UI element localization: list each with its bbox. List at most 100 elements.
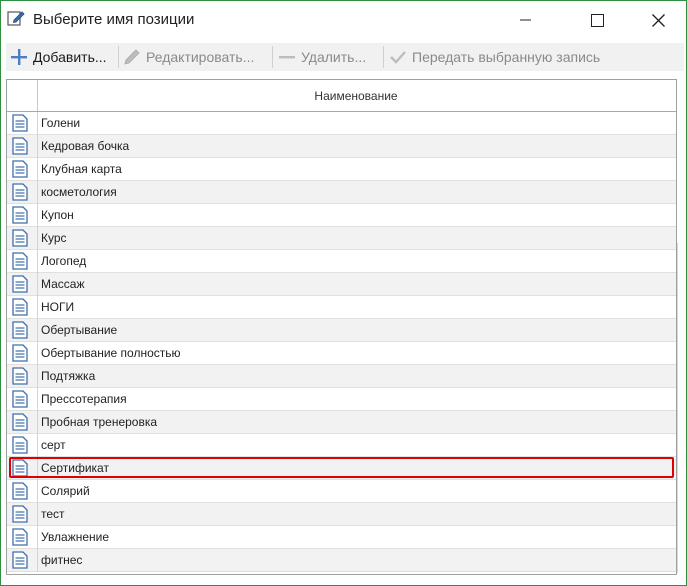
- table-row[interactable]: Купон: [7, 204, 676, 227]
- grid-header-corner: [7, 80, 38, 111]
- minimize-button[interactable]: [503, 1, 549, 39]
- plus-icon: [11, 49, 27, 65]
- row-indicator-divider: [37, 549, 38, 572]
- table-row[interactable]: НОГИ: [7, 296, 676, 319]
- scrollbar-track[interactable]: [677, 243, 678, 573]
- document-icon: [12, 390, 28, 408]
- document-icon: [12, 298, 28, 316]
- minus-icon: [279, 56, 295, 59]
- table-row[interactable]: серт: [7, 434, 676, 457]
- edit-button[interactable]: Редактировать...: [123, 43, 254, 71]
- row-indicator-divider: [37, 365, 38, 388]
- table-row[interactable]: Голени: [7, 112, 676, 135]
- row-name-cell: фитнес: [41, 553, 83, 567]
- document-icon: [12, 114, 28, 132]
- close-button[interactable]: [635, 1, 681, 39]
- pencil-icon: [124, 49, 140, 65]
- document-icon: [12, 367, 28, 385]
- row-name-cell: НОГИ: [41, 300, 75, 314]
- row-name-cell: Прессотерапия: [41, 392, 127, 406]
- close-icon: [651, 13, 665, 27]
- edit-button-label: Редактировать...: [146, 49, 255, 65]
- row-name-cell: Подтяжка: [41, 369, 96, 383]
- table-row[interactable]: Солярий: [7, 480, 676, 503]
- document-icon: [12, 137, 28, 155]
- table-row[interactable]: Логопед: [7, 250, 676, 273]
- row-indicator-divider: [37, 503, 38, 526]
- table-row[interactable]: Обертывание: [7, 319, 676, 342]
- table-row[interactable]: Увлажнение: [7, 526, 676, 549]
- table-row[interactable]: Подтяжка: [7, 365, 676, 388]
- table-row[interactable]: Клубная карта: [7, 158, 676, 181]
- table-row[interactable]: Пробная тренеровка: [7, 411, 676, 434]
- table-row[interactable]: тест: [7, 503, 676, 526]
- maximize-icon: [590, 13, 604, 27]
- row-indicator-divider: [37, 181, 38, 204]
- document-icon: [12, 436, 28, 454]
- row-indicator-divider: [37, 411, 38, 434]
- toolbar-separator: [383, 46, 384, 68]
- document-icon: [12, 160, 28, 178]
- row-indicator-divider: [37, 388, 38, 411]
- row-name-cell: Купон: [41, 208, 74, 222]
- grid-rows: Голени Кедровая бочка Клубная карта космето…: [7, 112, 676, 572]
- row-name-cell: Увлажнение: [41, 530, 110, 544]
- document-icon: [12, 252, 28, 270]
- table-row[interactable]: фитнес: [7, 549, 676, 572]
- add-button[interactable]: Добавить...: [10, 43, 107, 71]
- row-name-cell: Солярий: [41, 484, 90, 498]
- table-row[interactable]: Обертывание полностью: [7, 342, 676, 365]
- checkmark-icon: [390, 51, 406, 64]
- table-row[interactable]: Курс: [7, 227, 676, 250]
- edit-pencil-icon: [7, 11, 25, 26]
- document-icon: [12, 551, 28, 569]
- document-icon: [12, 183, 28, 201]
- table-row[interactable]: Прессотерапия: [7, 388, 676, 411]
- row-name-cell: Массаж: [41, 277, 85, 291]
- document-icon: [12, 275, 28, 293]
- row-indicator-divider: [37, 112, 38, 135]
- document-icon: [12, 413, 28, 431]
- table-row[interactable]: Массаж: [7, 273, 676, 296]
- toolbar-separator: [118, 46, 119, 68]
- row-indicator-divider: [37, 319, 38, 342]
- row-indicator-divider: [37, 434, 38, 457]
- document-icon: [12, 321, 28, 339]
- row-name-cell: Клубная карта: [41, 162, 122, 176]
- row-name-cell: Курс: [41, 231, 67, 245]
- row-name-cell: косметология: [41, 185, 117, 199]
- document-icon: [12, 482, 28, 500]
- document-icon: [12, 528, 28, 546]
- row-indicator-divider: [37, 204, 38, 227]
- row-indicator-divider: [37, 273, 38, 296]
- row-name-cell: Логопед: [41, 254, 87, 268]
- row-name-cell: Обертывание: [41, 323, 118, 337]
- document-icon: [12, 344, 28, 362]
- dialog-window: Выберите имя позиции Добавить... Редакти…: [0, 0, 687, 586]
- row-name-cell: Голени: [41, 116, 81, 130]
- transfer-selected-label: Передать выбранную запись: [412, 49, 601, 65]
- positions-grid: Наименование Голени Кедровая бочка Клубная…: [6, 79, 677, 575]
- row-indicator-divider: [37, 526, 38, 549]
- row-name-cell: серт: [41, 438, 66, 452]
- transfer-selected-button[interactable]: Передать выбранную запись: [389, 43, 600, 71]
- column-header-name[interactable]: Наименование: [38, 80, 674, 111]
- row-indicator-divider: [37, 158, 38, 181]
- row-name-cell: Обертывание полностью: [41, 346, 181, 360]
- selected-row-highlight: [9, 457, 674, 478]
- document-icon: [12, 505, 28, 523]
- row-indicator-divider: [37, 296, 38, 319]
- row-indicator-divider: [37, 135, 38, 158]
- maximize-button[interactable]: [574, 1, 620, 39]
- row-indicator-divider: [37, 227, 38, 250]
- table-row[interactable]: косметология: [7, 181, 676, 204]
- row-indicator-divider: [37, 480, 38, 503]
- delete-button-label: Удалить...: [301, 49, 367, 65]
- delete-button[interactable]: Удалить...: [278, 43, 366, 71]
- minimize-icon: [520, 19, 531, 21]
- table-row[interactable]: Кедровая бочка: [7, 135, 676, 158]
- row-name-cell: тест: [41, 507, 65, 521]
- toolbar: Добавить... Редактировать... Удалить... …: [6, 43, 684, 71]
- window-title: Выберите имя позиции: [33, 11, 195, 28]
- row-name-cell: Пробная тренеровка: [41, 415, 158, 429]
